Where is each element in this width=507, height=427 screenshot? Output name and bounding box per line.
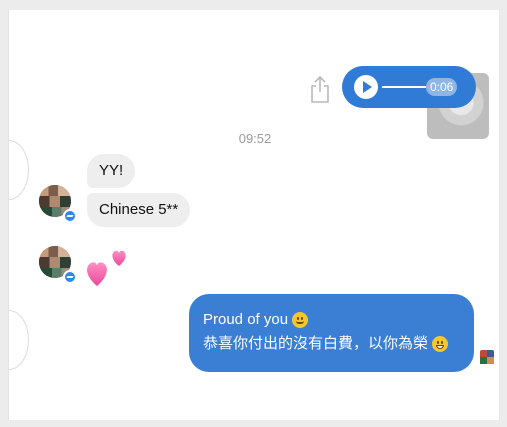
page-curve-decoration (9, 310, 29, 370)
screenshot-stage: 0:06 09:52 YY! Chinese 5** Proud of you … (0, 0, 507, 427)
slightly-smiling-face-icon (292, 312, 309, 328)
outgoing-line: Proud of you (203, 308, 460, 332)
play-icon[interactable] (354, 75, 378, 99)
audio-progress-track[interactable] (382, 86, 428, 88)
message-timestamp: 09:52 (238, 131, 272, 146)
read-receipt-avatar (480, 350, 494, 364)
messenger-badge-icon (63, 209, 77, 223)
incoming-message[interactable]: YY! (87, 154, 136, 188)
grinning-face-icon (432, 336, 449, 352)
outgoing-message[interactable]: Proud of you 恭喜你付出的沒有白費，以你為榮 (189, 294, 474, 372)
two-hearts-icon[interactable] (83, 242, 131, 290)
messenger-badge-icon (63, 270, 77, 284)
outgoing-line: 恭喜你付出的沒有白費，以你為榮 (203, 332, 460, 356)
audio-message-bubble[interactable]: 0:06 (342, 66, 476, 108)
audio-duration: 0:06 (426, 78, 458, 96)
page-curve-decoration (9, 140, 29, 200)
chat-screen: 0:06 09:52 YY! Chinese 5** Proud of you … (8, 10, 500, 420)
incoming-message[interactable]: Chinese 5** (87, 193, 191, 227)
share-icon[interactable] (309, 74, 331, 104)
outgoing-line-text: 恭喜你付出的沒有白費，以你為榮 (203, 335, 429, 352)
outgoing-line-text: Proud of you (203, 311, 289, 328)
